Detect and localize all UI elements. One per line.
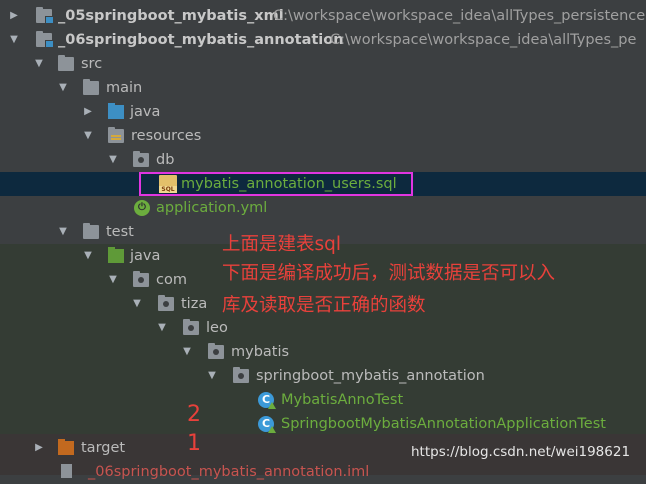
module-05-path: C:\workspace\workspace_idea\allTypes_per…: [273, 8, 646, 24]
tree-row-class-1[interactable]: C MybatisAnnoTest: [0, 388, 646, 412]
collapse-arrow-icon[interactable]: ▼: [131, 292, 143, 316]
class-2-label: SpringbootMybatisAnnotationApplicationTe…: [281, 416, 606, 432]
annotation-line-3: 库及读取是否正确的函数: [222, 295, 426, 316]
expand-arrow-icon[interactable]: ▶: [8, 4, 20, 28]
resources-label: resources: [131, 128, 202, 144]
tiza-label: tiza: [181, 296, 208, 312]
collapse-arrow-icon[interactable]: ▼: [57, 220, 69, 244]
collapse-arrow-icon[interactable]: ▼: [107, 268, 119, 292]
iml-label: _06springboot_mybatis_annotation.iml: [88, 464, 370, 480]
folder-icon: [83, 79, 99, 95]
class-1-label: MybatisAnnoTest: [281, 392, 404, 408]
collapse-arrow-icon[interactable]: ▼: [107, 148, 119, 172]
package-folder-icon: [233, 367, 249, 383]
excluded-folder-icon: [58, 439, 74, 455]
tree-row-iml[interactable]: _06springboot_mybatis_annotation.iml: [0, 460, 646, 484]
test-class-icon: C: [258, 392, 276, 409]
collapse-arrow-icon[interactable]: ▼: [33, 52, 45, 76]
src-label: src: [81, 56, 103, 72]
annotation-line-1: 上面是建表sql: [222, 234, 342, 255]
test-class-icon: C: [258, 416, 276, 433]
package-folder-icon: [133, 151, 149, 167]
package-folder-icon: [133, 271, 149, 287]
tree-row-resources[interactable]: ▼ resources: [0, 124, 646, 148]
java-main-label: java: [130, 104, 161, 120]
folder-icon: [83, 223, 99, 239]
expand-arrow-icon[interactable]: ▶: [82, 100, 94, 124]
tree-row-main[interactable]: ▼ main: [0, 76, 646, 100]
db-label: db: [156, 152, 175, 168]
package-label: springboot_mybatis_annotation: [256, 368, 485, 384]
sql-highlight-box: [139, 172, 413, 196]
resources-folder-icon: [108, 127, 124, 143]
main-label: main: [106, 80, 143, 96]
test-source-folder-icon: [108, 247, 124, 263]
tree-row-leo[interactable]: ▼ leo: [0, 316, 646, 340]
package-folder-icon: [158, 295, 174, 311]
spring-leaf-icon: ⏻: [134, 200, 150, 216]
package-folder-icon: [208, 343, 224, 359]
watermark-text: https://blog.csdn.net/wei198621: [411, 444, 631, 460]
collapse-arrow-icon[interactable]: ▼: [82, 124, 94, 148]
expand-arrow-icon[interactable]: ▶: [33, 436, 45, 460]
tree-row-module-06[interactable]: ▼ _06springboot_mybatis_annotation C:\wo…: [0, 28, 646, 52]
leo-label: leo: [206, 320, 228, 336]
tree-row-class-2[interactable]: C SpringbootMybatisAnnotationApplication…: [0, 412, 646, 436]
annotation-number-2: 2: [187, 402, 201, 427]
collapse-arrow-icon[interactable]: ▼: [57, 76, 69, 100]
tree-row-mybatis[interactable]: ▼ mybatis: [0, 340, 646, 364]
java-test-label: java: [130, 248, 161, 264]
collapse-arrow-icon[interactable]: ▼: [156, 316, 168, 340]
tree-row-module-05[interactable]: ▶ _05springboot_mybatis_xml C:\workspace…: [0, 4, 646, 28]
collapse-arrow-icon[interactable]: ▼: [8, 28, 20, 52]
package-folder-icon: [183, 319, 199, 335]
module-05-name: _05springboot_mybatis_xml: [58, 8, 284, 24]
module-folder-icon: [36, 31, 54, 48]
iml-file-icon: [61, 464, 72, 478]
mybatis-label: mybatis: [231, 344, 290, 360]
module-06-path: C:\workspace\workspace_idea\allTypes_pe: [330, 32, 637, 48]
annotation-line-2: 下面是编译成功后，测试数据是否可以入: [222, 263, 556, 284]
module-folder-icon: [36, 7, 54, 24]
annotation-number-1: 1: [187, 431, 201, 456]
tree-row-src[interactable]: ▼ src: [0, 52, 646, 76]
collapse-arrow-icon[interactable]: ▼: [206, 364, 218, 388]
application-yml-label: application.yml: [156, 200, 268, 216]
tree-row-java-main[interactable]: ▶ java: [0, 100, 646, 124]
test-label: test: [106, 224, 134, 240]
tree-row-db[interactable]: ▼ db: [0, 148, 646, 172]
module-06-name: _06springboot_mybatis_annotation: [58, 32, 344, 48]
com-label: com: [156, 272, 187, 288]
source-folder-icon: [108, 103, 124, 119]
tree-row-application-yml[interactable]: ⏻ application.yml: [0, 196, 646, 220]
collapse-arrow-icon[interactable]: ▼: [82, 244, 94, 268]
collapse-arrow-icon[interactable]: ▼: [181, 340, 193, 364]
target-label: target: [81, 440, 126, 456]
tree-row-package[interactable]: ▼ springboot_mybatis_annotation: [0, 364, 646, 388]
folder-icon: [58, 55, 74, 71]
